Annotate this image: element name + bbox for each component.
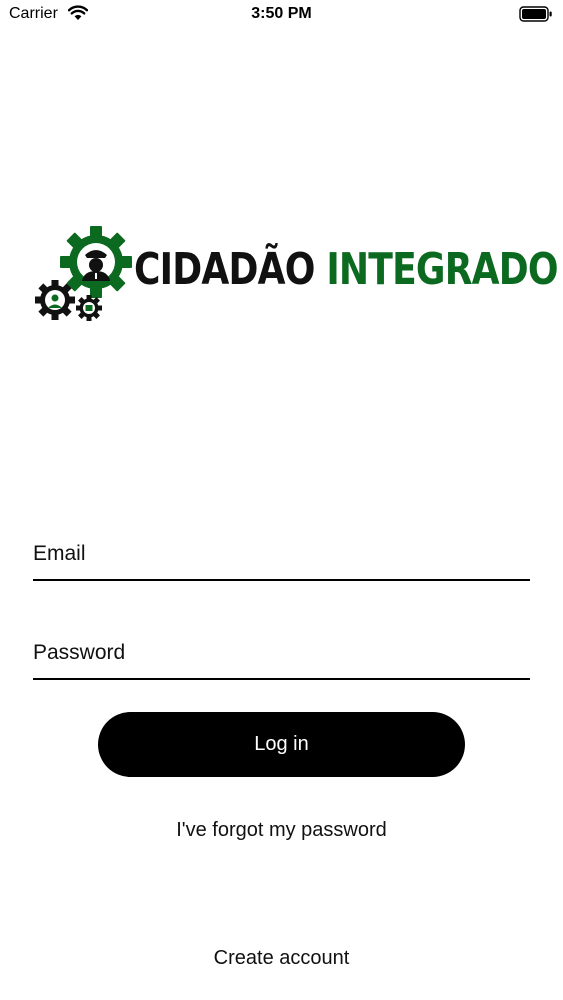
password-field[interactable]	[33, 630, 530, 676]
login-button[interactable]: Log in	[98, 712, 465, 777]
forgot-password-link[interactable]: I've forgot my password	[0, 819, 563, 842]
logo-word-cidadao: CIDADÃO	[134, 244, 315, 295]
gears-logo-icon	[35, 226, 132, 321]
app-logo: CIDADÃO INTEGRADO	[34, 226, 559, 326]
email-field[interactable]	[33, 531, 530, 577]
logo-wordmark: CIDADÃO INTEGRADO	[134, 242, 559, 298]
logo-word-integrado: INTEGRADO	[326, 244, 558, 295]
clock: 3:50 PM	[251, 5, 312, 22]
email-field-container	[33, 531, 530, 581]
create-account-link[interactable]: Create account	[0, 947, 563, 970]
status-bar: Carrier 3:50 PM	[0, 0, 563, 30]
password-field-container	[33, 630, 530, 680]
battery-full-icon	[519, 6, 553, 27]
login-button-label: Log in	[254, 733, 309, 755]
